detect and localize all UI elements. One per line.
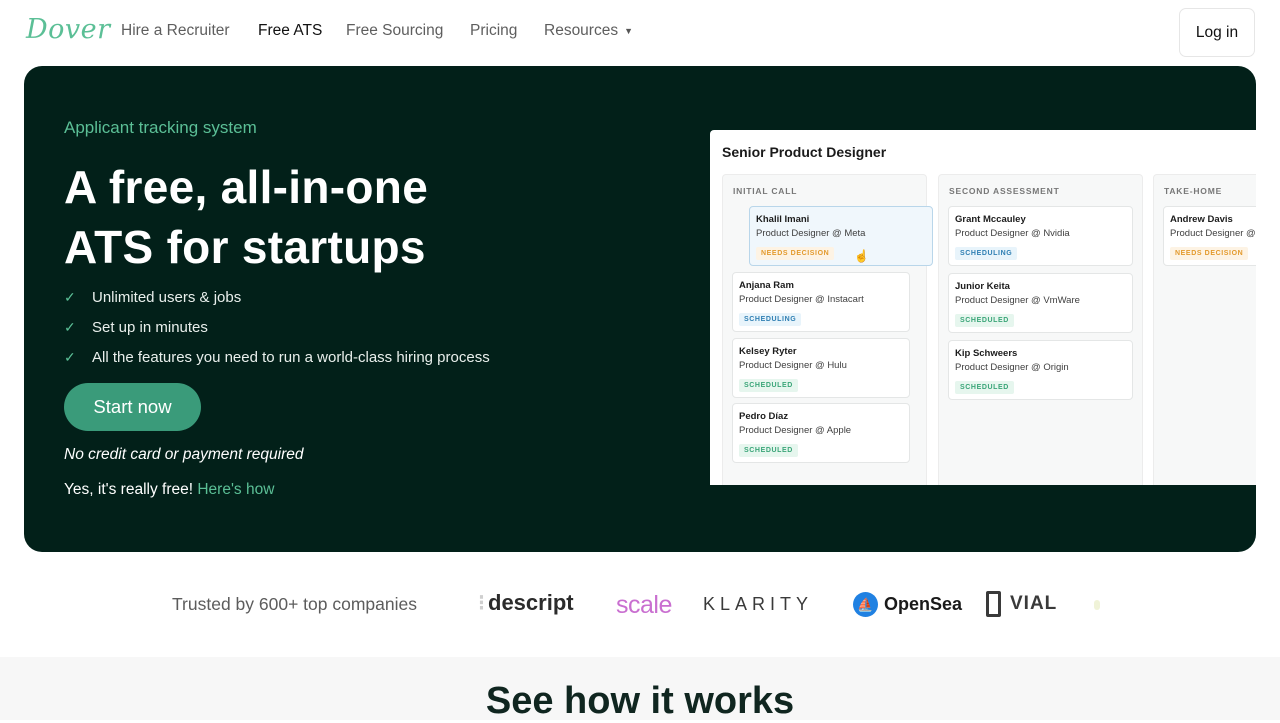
candidate-card[interactable]: Anjana Ram Product Designer @ Instacart … (732, 272, 910, 332)
candidate-name: Andrew Davis (1170, 214, 1233, 225)
candidate-card[interactable]: Grant Mccauley Product Designer @ Nvidia… (948, 206, 1133, 266)
check-icon: ✓ (64, 289, 76, 305)
candidate-role: Product Designer @ Meta (756, 228, 866, 239)
check-icon: ✓ (64, 319, 76, 335)
feature-item: ✓ Set up in minutes (64, 319, 208, 336)
feature-label: Set up in minutes (92, 319, 208, 336)
nav-free-sourcing[interactable]: Free Sourcing (346, 22, 443, 40)
feature-label: All the features you need to run a world… (92, 349, 490, 366)
ats-board-preview: Senior Product Designer INITIAL CALL Kha… (710, 130, 1256, 485)
candidate-card[interactable]: Andrew Davis Product Designer @ Figma NE… (1163, 206, 1256, 266)
status-badge: SCHEDULED (739, 444, 798, 457)
candidate-name: Grant Mccauley (955, 214, 1026, 225)
status-badge: SCHEDULED (739, 379, 798, 392)
candidate-role: Product Designer @ Instacart (739, 294, 864, 305)
trusted-by-text: Trusted by 600+ top companies (172, 594, 417, 614)
status-badge: NEEDS DECISION (756, 247, 835, 260)
nav-resources-dropdown[interactable]: Resources ▼ (544, 22, 633, 40)
vial-mark-icon (986, 591, 1001, 617)
candidate-role: Product Designer @ Nvidia (955, 228, 1070, 239)
board-column-initial-call: INITIAL CALL Khalil Imani Product Design… (722, 174, 933, 485)
nav-hire-recruiter[interactable]: Hire a Recruiter (121, 22, 230, 40)
feature-item: ✓ All the features you need to run a worl… (64, 349, 490, 366)
opensea-logo: ⛵ OpenSea (853, 592, 962, 617)
hero-section: Applicant tracking system A free, all-in… (24, 66, 1256, 552)
status-badge: SCHEDULED (955, 314, 1014, 327)
vial-logo: VIAL (986, 591, 1057, 617)
board-title: Senior Product Designer (722, 144, 887, 160)
hero-eyebrow: Applicant tracking system (64, 118, 257, 137)
candidate-role: Product Designer @ VmWare (955, 295, 1080, 306)
candidate-role: Product Designer @ Hulu (739, 360, 847, 371)
no-credit-card-note: No credit card or payment required (64, 446, 304, 463)
nav-pricing[interactable]: Pricing (470, 22, 517, 40)
column-title: INITIAL CALL (733, 186, 798, 196)
section-title: See how it works (485, 680, 795, 722)
board-column-second-assessment: SECOND ASSESSMENT Grant Mccauley Product… (938, 174, 1143, 485)
column-title: TAKE-HOME (1164, 186, 1223, 196)
faded-logo (1094, 600, 1100, 610)
heres-how-link[interactable]: Here's how (197, 481, 274, 498)
feature-label: Unlimited users & jobs (92, 289, 242, 306)
login-button[interactable]: Log in (1179, 8, 1255, 57)
feature-item: ✓ Unlimited users & jobs (64, 289, 241, 306)
candidate-card[interactable]: Pedro Díaz Product Designer @ Apple SCHE… (732, 403, 910, 463)
nav-resources-label: Resources (544, 22, 619, 39)
candidate-name: Kip Schweers (955, 348, 1018, 359)
top-nav: Dover Hire a Recruiter Free ATS Free Sou… (0, 0, 1280, 64)
candidate-name: Kelsey Ryter (739, 346, 797, 357)
board-column-take-home: TAKE-HOME Andrew Davis Product Designer … (1153, 174, 1256, 485)
candidate-name: Junior Keita (955, 281, 1010, 292)
candidate-name: Khalil Imani (756, 214, 810, 225)
candidate-role: Product Designer @ Origin (955, 362, 1069, 373)
status-badge: NEEDS DECISION (1170, 247, 1249, 260)
hero-headline-line-1: A free, all-in-one (64, 161, 429, 213)
nav-free-ats[interactable]: Free ATS (258, 22, 322, 40)
opensea-ship-icon: ⛵ (853, 592, 878, 617)
start-now-button[interactable]: Start now (64, 383, 201, 431)
descript-mark-icon: ⁝ (478, 590, 485, 615)
column-title: SECOND ASSESSMENT (949, 186, 1060, 196)
status-badge: SCHEDULING (739, 313, 802, 326)
candidate-card[interactable]: Kip Schweers Product Designer @ Origin S… (948, 340, 1133, 400)
scale-logo: scale (616, 591, 672, 619)
dover-logo[interactable]: Dover (26, 14, 111, 45)
hand-cursor-icon: ☝ (854, 249, 869, 263)
candidate-card[interactable]: Kelsey Ryter Product Designer @ Hulu SCH… (732, 338, 910, 398)
free-note: Yes, it's really free! Here's how (64, 481, 274, 499)
candidate-role: Product Designer @ Figma (1170, 228, 1256, 239)
hero-headline-line-2: ATS for startups (64, 221, 426, 273)
status-badge: SCHEDULED (955, 381, 1014, 394)
klarity-logo: KLARITY (703, 594, 814, 614)
caret-down-icon: ▼ (624, 25, 634, 36)
status-badge: SCHEDULING (955, 247, 1018, 260)
candidate-role: Product Designer @ Apple (739, 425, 852, 436)
candidate-name: Anjana Ram (739, 280, 794, 291)
free-note-text: Yes, it's really free! (64, 481, 194, 498)
candidate-card[interactable]: Khalil Imani Product Designer @ Meta NEE… (749, 206, 933, 266)
descript-logo: ⁝ descript (478, 590, 574, 615)
candidate-name: Pedro Díaz (739, 411, 789, 422)
candidate-card[interactable]: Junior Keita Product Designer @ VmWare S… (948, 273, 1133, 333)
check-icon: ✓ (64, 349, 76, 365)
hero-headline: A free, all-in-one ATS for startups (64, 157, 428, 277)
